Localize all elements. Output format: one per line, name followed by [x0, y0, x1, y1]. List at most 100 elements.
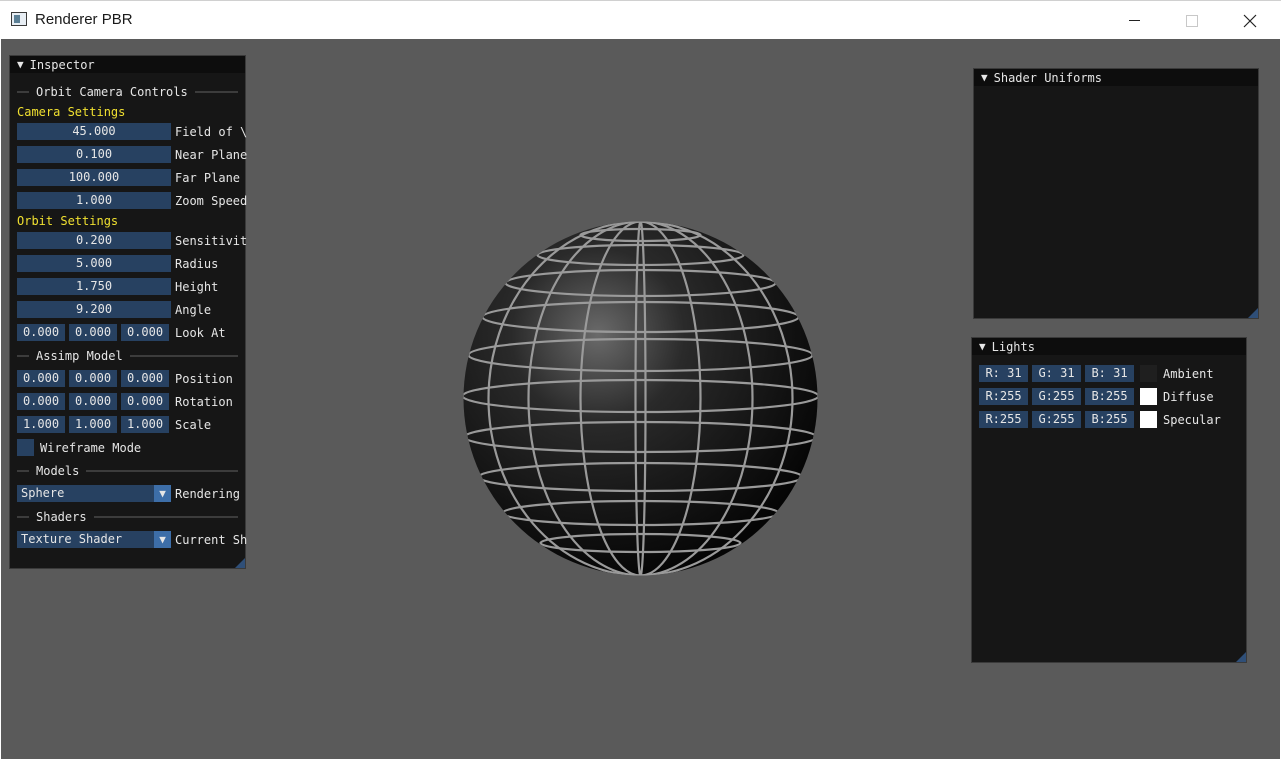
inspector-titlebar[interactable]: ▼ Inspector	[10, 56, 245, 73]
look-at-z-input[interactable]: 0.000	[121, 324, 169, 341]
lights-panel[interactable]: ▼ Lights R: 31 G: 31 B: 31 Ambient R:255…	[971, 337, 1247, 663]
shader-select-row: Texture Shader ▼ Current Sh	[17, 531, 247, 548]
maximize-button[interactable]	[1163, 1, 1221, 40]
scale-row: 1.000 1.000 1.000 Scale	[17, 416, 211, 433]
lights-title: Lights	[991, 339, 1035, 354]
rotation-z-input[interactable]: 0.000	[121, 393, 169, 410]
far-plane-input[interactable]: 100.000	[17, 169, 171, 186]
specular-g-input[interactable]: G:255	[1032, 411, 1081, 428]
scale-label: Scale	[175, 417, 212, 432]
shader-select[interactable]: Texture Shader ▼	[17, 531, 171, 548]
shader-uniforms-titlebar[interactable]: ▼ Shader Uniforms	[974, 69, 1258, 86]
fov-row: 45.000 Field of \	[17, 123, 247, 140]
rotation-row: 0.000 0.000 0.000 Rotation	[17, 393, 233, 410]
app-icon	[11, 12, 27, 26]
height-row: 1.750 Height	[17, 278, 218, 295]
ambient-row: R: 31 G: 31 B: 31 Ambient	[979, 365, 1214, 382]
radius-input[interactable]: 5.000	[17, 255, 171, 272]
shader-select-value: Texture Shader	[21, 532, 123, 546]
triangle-down-icon: ▼	[17, 58, 24, 71]
model-select[interactable]: Sphere ▼	[17, 485, 171, 502]
shaders-header: Shaders	[36, 510, 87, 524]
look-at-row: 0.000 0.000 0.000 Look At	[17, 324, 226, 341]
orbit-camera-separator: Orbit Camera Controls	[17, 85, 238, 99]
camera-settings-label: Camera Settings	[17, 105, 126, 119]
models-separator: Models	[17, 464, 238, 478]
specular-b-input[interactable]: B:255	[1085, 411, 1134, 428]
wireframe-row: Wireframe Mode	[17, 439, 141, 456]
look-at-label: Look At	[175, 325, 226, 340]
ambient-label: Ambient	[1163, 366, 1214, 381]
rotation-label: Rotation	[175, 394, 233, 409]
rotation-x-input[interactable]: 0.000	[17, 393, 65, 410]
wireframe-checkbox[interactable]	[17, 439, 34, 456]
minimize-button[interactable]	[1105, 1, 1163, 40]
position-z-input[interactable]: 0.000	[121, 370, 169, 387]
zoom-speed-input[interactable]: 1.000	[17, 192, 171, 209]
near-plane-row: 0.100 Near Plane	[17, 146, 247, 163]
inspector-title: Inspector	[29, 57, 95, 72]
far-plane-label: Far Plane	[175, 170, 241, 185]
assimp-model-separator: Assimp Model	[17, 349, 238, 363]
close-button[interactable]	[1221, 1, 1279, 40]
diffuse-label: Diffuse	[1163, 389, 1214, 404]
resize-grip[interactable]	[235, 558, 245, 568]
render-viewport[interactable]: ▼ Inspector Orbit Camera Controls Camera…	[1, 39, 1280, 759]
chevron-down-icon[interactable]: ▼	[154, 531, 171, 548]
specular-color-swatch[interactable]	[1140, 411, 1157, 428]
diffuse-row: R:255 G:255 B:255 Diffuse	[979, 388, 1214, 405]
diffuse-b-input[interactable]: B:255	[1085, 388, 1134, 405]
near-plane-input[interactable]: 0.100	[17, 146, 171, 163]
diffuse-g-input[interactable]: G:255	[1032, 388, 1081, 405]
height-input[interactable]: 1.750	[17, 278, 171, 295]
models-header: Models	[36, 464, 80, 478]
radius-label: Radius	[175, 256, 219, 271]
ambient-color-swatch[interactable]	[1140, 365, 1157, 382]
resize-grip[interactable]	[1236, 652, 1246, 662]
scale-y-input[interactable]: 1.000	[69, 416, 117, 433]
zoom-speed-label: Zoom Speed	[175, 193, 248, 208]
angle-row: 9.200 Angle	[17, 301, 211, 318]
triangle-down-icon: ▼	[981, 71, 988, 84]
wireframe-label: Wireframe Mode	[40, 440, 142, 455]
assimp-model-header: Assimp Model	[36, 349, 123, 363]
maximize-icon	[1186, 14, 1198, 27]
sphere-model[interactable]	[463, 221, 818, 576]
position-y-input[interactable]: 0.000	[69, 370, 117, 387]
triangle-down-icon: ▼	[979, 340, 986, 353]
ambient-b-input[interactable]: B: 31	[1085, 365, 1134, 382]
inspector-panel[interactable]: ▼ Inspector Orbit Camera Controls Camera…	[9, 55, 247, 569]
lights-titlebar[interactable]: ▼ Lights	[972, 338, 1246, 355]
zoom-speed-row: 1.000 Zoom Speed	[17, 192, 247, 209]
specular-r-input[interactable]: R:255	[979, 411, 1028, 428]
model-select-value: Sphere	[21, 486, 65, 500]
close-icon	[1243, 14, 1257, 27]
scale-z-input[interactable]: 1.000	[121, 416, 169, 433]
position-row: 0.000 0.000 0.000 Position	[17, 370, 233, 387]
fov-input[interactable]: 45.000	[17, 123, 171, 140]
position-x-input[interactable]: 0.000	[17, 370, 65, 387]
rotation-y-input[interactable]: 0.000	[69, 393, 117, 410]
angle-label: Angle	[175, 302, 212, 317]
ambient-r-input[interactable]: R: 31	[979, 365, 1028, 382]
chevron-down-icon[interactable]: ▼	[154, 485, 171, 502]
scale-x-input[interactable]: 1.000	[17, 416, 65, 433]
window-titlebar[interactable]: Renderer PBR	[0, 0, 1281, 39]
diffuse-color-swatch[interactable]	[1140, 388, 1157, 405]
resize-grip[interactable]	[1248, 308, 1258, 318]
near-plane-label: Near Plane	[175, 147, 248, 162]
look-at-y-input[interactable]: 0.000	[69, 324, 117, 341]
diffuse-r-input[interactable]: R:255	[979, 388, 1028, 405]
shader-uniforms-panel[interactable]: ▼ Shader Uniforms	[973, 68, 1259, 319]
shader-uniforms-title: Shader Uniforms	[993, 70, 1102, 85]
orbit-camera-header: Orbit Camera Controls	[36, 85, 188, 99]
specular-label: Specular	[1163, 412, 1221, 427]
angle-input[interactable]: 9.200	[17, 301, 171, 318]
ambient-g-input[interactable]: G: 31	[1032, 365, 1081, 382]
sensitivity-input[interactable]: 0.200	[17, 232, 171, 249]
sensitivity-row: 0.200 Sensitivit	[17, 232, 247, 249]
look-at-x-input[interactable]: 0.000	[17, 324, 65, 341]
sensitivity-label: Sensitivit	[175, 233, 248, 248]
window-title: Renderer PBR	[35, 11, 133, 28]
shaders-separator: Shaders	[17, 510, 238, 524]
